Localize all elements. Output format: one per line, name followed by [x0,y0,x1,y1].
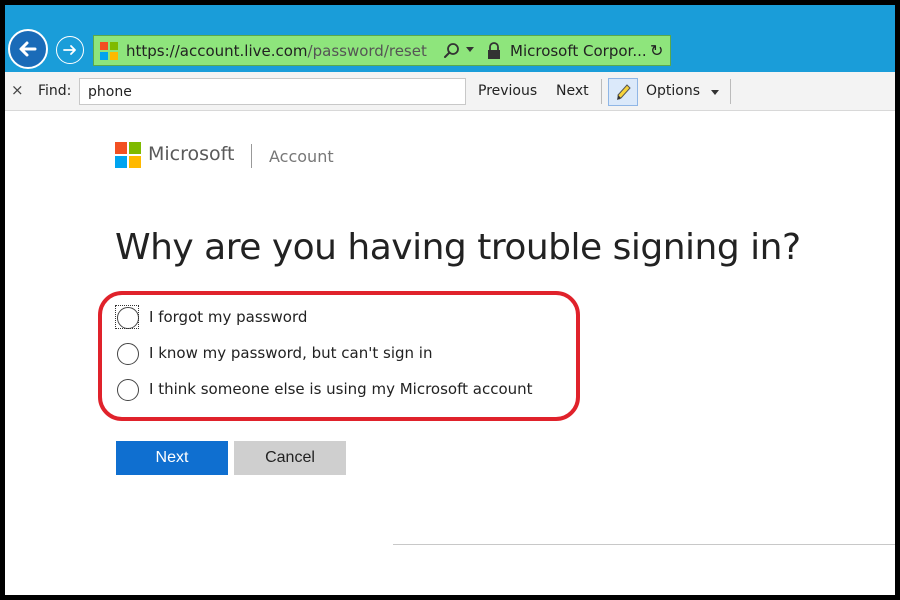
find-bar: × Find: Previous Next Options [5,72,895,111]
microsoft-logo [115,142,141,168]
radio-button[interactable] [117,343,139,365]
lock-icon[interactable] [486,41,502,61]
site-favicon-icon [100,42,118,60]
brand-divider [251,144,252,168]
cancel-button[interactable]: Cancel [234,441,346,475]
footer-divider [393,544,895,545]
find-divider [730,79,731,104]
radio-label[interactable]: I think someone else is using my Microso… [149,380,533,398]
radio-label[interactable]: I forgot my password [149,308,307,326]
url-text[interactable]: https://account.live.com/password/reset [126,42,427,60]
back-arrow-icon [19,41,37,57]
url-path: /password/reset [307,42,427,60]
search-dropdown-chevron-icon[interactable] [466,47,474,52]
address-bar[interactable]: https://account.live.com/password/reset … [93,35,671,66]
address-bar-strip: https://account.live.com/password/reset … [5,5,895,72]
radio-button[interactable] [117,379,139,401]
forward-button[interactable] [56,36,84,64]
back-button[interactable] [8,29,48,69]
find-divider [601,79,602,104]
find-input[interactable] [79,78,466,105]
highlight-matches-button[interactable] [608,78,638,106]
find-next-button[interactable]: Next [556,83,589,99]
brand-section: Account [269,147,334,166]
radio-button[interactable] [115,305,139,329]
find-previous-button[interactable]: Previous [478,83,537,99]
browser-window: https://account.live.com/password/reset … [5,5,895,595]
chevron-down-icon[interactable] [711,90,719,95]
highlighter-pen-icon [617,84,631,100]
find-options-button[interactable]: Options [646,83,700,99]
refresh-icon[interactable]: ↻ [650,41,663,60]
radio-label[interactable]: I know my password, but can't sign in [149,344,432,362]
find-label: Find: [38,83,72,99]
site-identity[interactable]: Microsoft Corpor... [510,42,647,60]
next-button[interactable]: Next [116,441,228,475]
page-title: Why are you having trouble signing in? [115,227,801,268]
find-close-icon[interactable]: × [11,81,24,99]
forward-arrow-icon [63,45,76,55]
brand-name: Microsoft [148,143,235,165]
search-icon[interactable] [442,41,462,61]
url-host: https://account.live.com [126,42,308,60]
